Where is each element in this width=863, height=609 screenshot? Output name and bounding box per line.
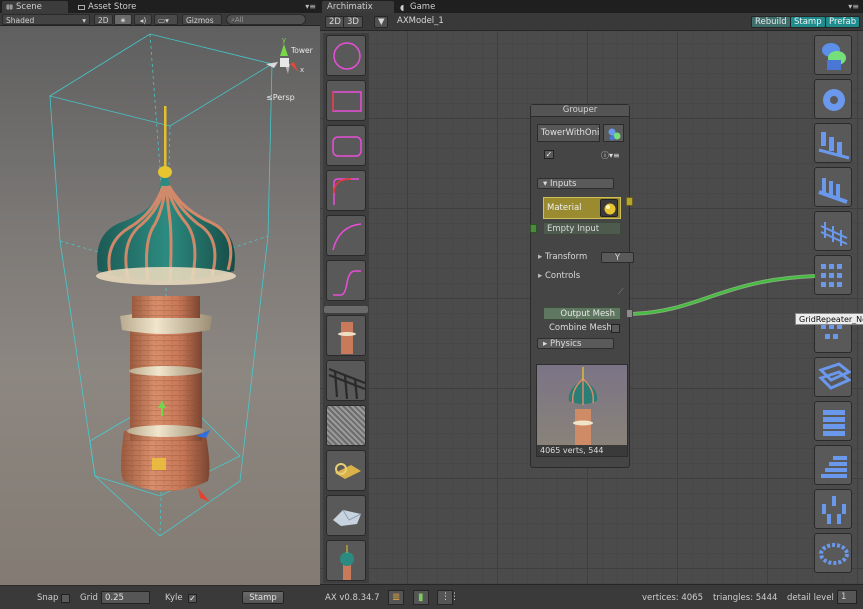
palette-tooltip: GridRepeater_No <box>795 313 863 325</box>
chevron-right-icon: ▸ <box>538 252 545 262</box>
transform-label: Transform <box>544 252 588 262</box>
combine-meshes-label: Combine Meshe <box>549 323 618 333</box>
output-mesh-slot[interactable]: Output Mesh <box>543 307 621 320</box>
inputs-foldout[interactable]: ▾ Inputs <box>537 178 614 189</box>
material-label: Material <box>547 203 582 213</box>
chevron-right-icon: ▸ <box>543 339 550 349</box>
transform-axis-dropdown[interactable]: Y <box>601 252 634 263</box>
chevron-down-icon: ▾ <box>543 179 550 189</box>
node-title[interactable]: Grouper <box>531 105 629 117</box>
controls-row[interactable]: ▸ Controls <box>538 271 580 281</box>
input-port[interactable] <box>530 224 537 233</box>
node-info-icon[interactable]: ⓘ▾≡ <box>601 150 623 160</box>
node-enabled-checkbox[interactable]: ✓ <box>544 150 554 159</box>
controls-label: Controls <box>544 271 581 281</box>
node-type-icon-button[interactable] <box>603 124 624 142</box>
output-mesh-port[interactable] <box>626 309 633 318</box>
combine-meshes-checkbox[interactable] <box>611 324 620 333</box>
chevron-right-icon: ▸ <box>538 271 545 281</box>
material-picker-button[interactable] <box>600 199 618 217</box>
physics-label: Physics <box>549 339 582 349</box>
editor-window: Scene Asset Store ▾≡ Shaded ▾ 2D ✷ ◂) ▭▾… <box>0 0 863 609</box>
output-wire[interactable] <box>629 275 816 315</box>
physics-foldout[interactable]: ▸ Physics <box>537 338 614 349</box>
resize-grip-icon[interactable]: ⟋ <box>618 287 624 297</box>
node-wire-layer <box>629 274 816 316</box>
node-name-field[interactable]: TowerWithOni <box>537 124 600 142</box>
grouper-icon <box>608 128 621 141</box>
inputs-label: Inputs <box>549 179 577 189</box>
material-output-port[interactable] <box>626 197 633 206</box>
node-preview-thumbnail[interactable]: 4065 verts, 544 <box>536 364 628 457</box>
material-sphere-icon <box>604 203 616 215</box>
preview-stats: 4065 verts, 544 <box>537 445 627 456</box>
empty-input-slot[interactable]: Empty Input <box>543 222 621 235</box>
onion-tower-preview <box>568 367 598 453</box>
transform-row[interactable]: ▸ Transform <box>538 252 587 262</box>
